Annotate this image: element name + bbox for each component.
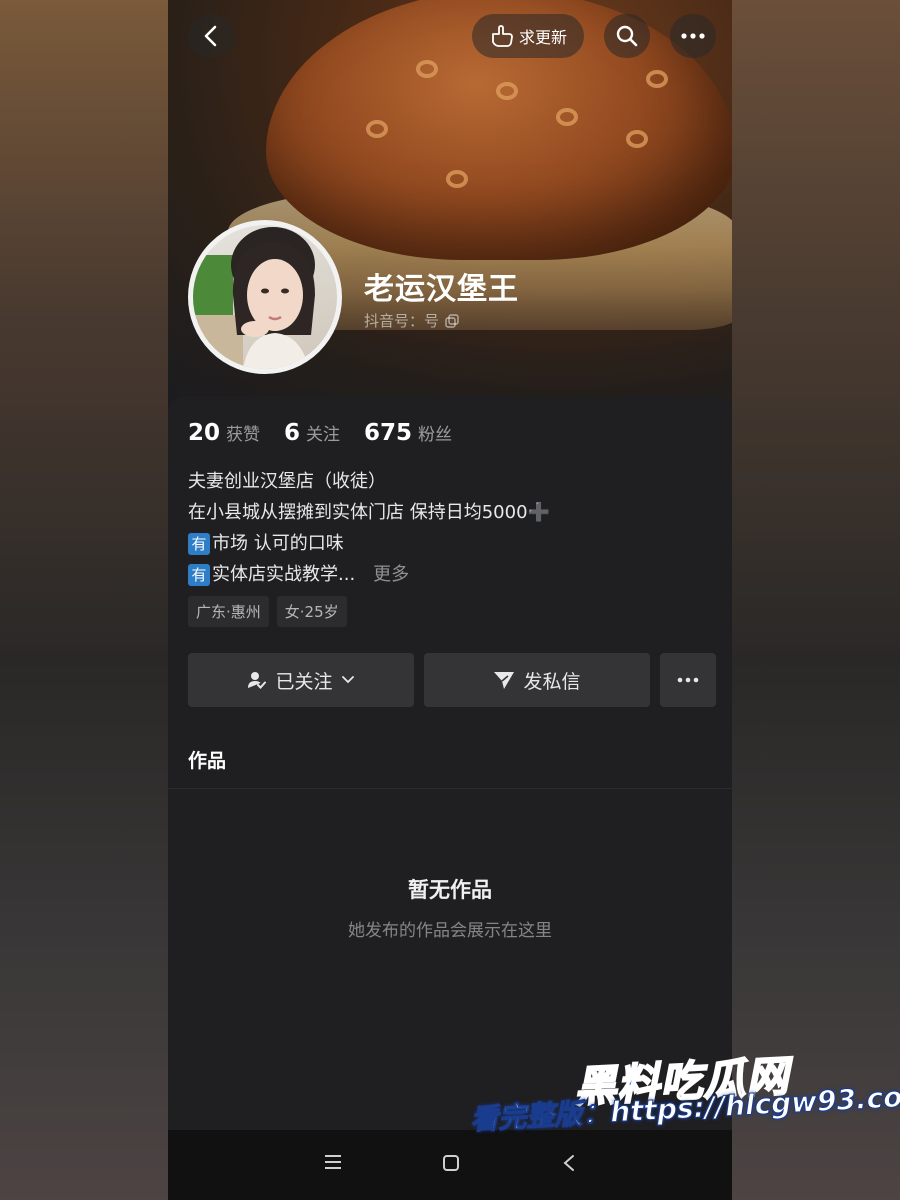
- avatar-portrait-image: [193, 227, 315, 369]
- stat-value: 675: [364, 420, 413, 446]
- sesame-seed: [626, 130, 648, 148]
- bio-line: 在小县城从摆摊到实体门店 保持日均5000➕: [188, 502, 550, 523]
- stat-label: 获赞: [226, 425, 261, 445]
- sesame-seed: [646, 70, 668, 88]
- search-button[interactable]: [604, 14, 650, 58]
- profile-actions: 已关注 发私信: [188, 653, 716, 707]
- back-nav-icon[interactable]: [562, 1154, 576, 1172]
- chevron-left-icon: [204, 25, 217, 47]
- more-options-button[interactable]: [670, 14, 716, 58]
- followed-button[interactable]: 已关注: [188, 653, 414, 707]
- douyin-id-label: 抖音号：号: [364, 312, 440, 330]
- location-chip: 广东·惠州: [188, 596, 269, 627]
- stat-likes[interactable]: 20 获赞: [188, 420, 260, 446]
- sesame-seed: [446, 170, 468, 188]
- more-dots-icon: [681, 33, 705, 39]
- bio-line: 夫妻创业汉堡店（收徒）: [188, 471, 386, 492]
- bio-text: 实体店实战教学...: [212, 564, 356, 585]
- user-check-icon: [248, 672, 267, 689]
- request-update-label: 求更新: [518, 28, 567, 47]
- home-icon[interactable]: [442, 1154, 460, 1172]
- bio-line: 有 实体店实战教学... 更多: [188, 559, 550, 590]
- phone-screen: 求更新 老运汉堡王 抖音号：号 20 获赞 6 关注 675 粉丝 夫妻创业汉堡…: [168, 0, 732, 1200]
- background-blur-right: [732, 0, 900, 1200]
- action-more-button[interactable]: [660, 653, 716, 707]
- bio-tag: 有: [188, 532, 210, 555]
- menu-icon[interactable]: [324, 1154, 342, 1170]
- send-message-button[interactable]: 发私信: [424, 653, 650, 707]
- sesame-seed: [556, 108, 578, 126]
- stat-followers[interactable]: 675 粉丝: [364, 420, 452, 446]
- stat-value: 20: [188, 420, 221, 446]
- background-blur-left: [0, 0, 168, 1200]
- more-dots-icon: [677, 677, 699, 683]
- send-icon: [494, 672, 515, 689]
- stat-label: 关注: [306, 425, 341, 445]
- sesame-seed: [496, 82, 518, 100]
- profile-stats: 20 获赞 6 关注 675 粉丝: [188, 420, 452, 446]
- stat-label: 粉丝: [418, 425, 453, 445]
- send-message-label: 发私信: [523, 670, 581, 693]
- profile-nickname: 老运汉堡王: [364, 272, 519, 307]
- gender-age-chip: 女·25岁: [276, 596, 347, 627]
- hand-point-icon: [492, 25, 513, 47]
- bio-more-link[interactable]: 更多: [373, 559, 409, 590]
- request-update-button[interactable]: 求更新: [472, 14, 584, 58]
- sesame-seed: [416, 60, 438, 78]
- bio-tag: 有: [188, 563, 210, 586]
- back-button[interactable]: [188, 14, 234, 58]
- search-icon: [616, 25, 638, 47]
- tab-works[interactable]: 作品: [188, 746, 226, 773]
- empty-state-subtitle: 她发布的作品会展示在这里: [348, 921, 552, 941]
- sesame-seed: [366, 120, 388, 138]
- system-nav-bar: [168, 1130, 732, 1200]
- empty-state-title: 暂无作品: [408, 878, 492, 902]
- tab-divider: [168, 788, 732, 789]
- profile-bio: 夫妻创业汉堡店（收徒） 在小县城从摆摊到实体门店 保持日均5000➕ 有 市场 …: [188, 466, 550, 590]
- avatar[interactable]: [188, 220, 342, 374]
- douyin-id[interactable]: 抖音号：号: [364, 310, 459, 331]
- chevron-down-icon: [341, 676, 354, 684]
- bio-text: 市场 认可的口味: [212, 533, 344, 554]
- stat-value: 6: [284, 420, 301, 446]
- profile-chips: 广东·惠州 女·25岁: [188, 596, 347, 627]
- copy-icon: [445, 313, 459, 328]
- stat-following[interactable]: 6 关注: [284, 420, 340, 446]
- followed-label: 已关注: [275, 670, 333, 693]
- bio-line: 有 市场 认可的口味: [188, 528, 550, 559]
